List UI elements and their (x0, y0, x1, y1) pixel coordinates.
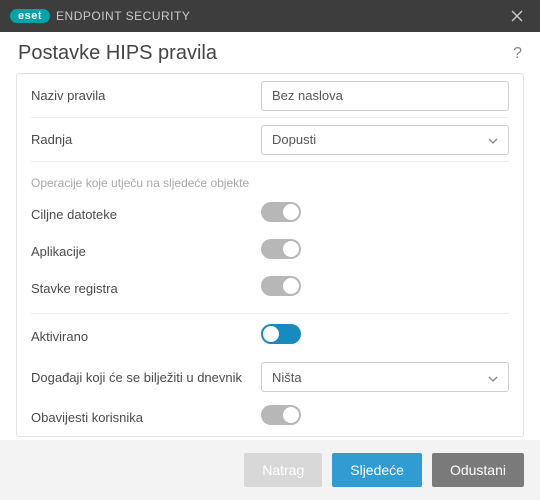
activated-label: Aktivirano (31, 329, 261, 344)
registry-toggle[interactable] (261, 276, 301, 296)
row-notify-user: Obavijesti korisnika (31, 399, 509, 436)
brand-badge: eset (10, 9, 50, 23)
close-icon[interactable] (504, 10, 530, 22)
log-events-select[interactable]: Ništa (261, 362, 509, 392)
dialog-header: Postavke HIPS pravila ? (0, 32, 540, 73)
page-title: Postavke HIPS pravila (18, 42, 217, 65)
settings-panel: Naziv pravila Radnja Dopusti Operacije k… (16, 73, 524, 437)
help-icon[interactable]: ? (513, 45, 522, 63)
row-registry: Stavke registra (31, 270, 509, 307)
row-target-files: Ciljne datoteke (31, 196, 509, 233)
chevron-down-icon (488, 132, 498, 147)
target-files-label: Ciljne datoteke (31, 207, 261, 222)
brand-text: ENDPOINT SECURITY (56, 9, 190, 23)
notify-user-toggle[interactable] (261, 405, 301, 425)
notify-user-label: Obavijesti korisnika (31, 410, 261, 425)
cancel-button[interactable]: Odustani (432, 453, 524, 487)
row-rule-name: Naziv pravila (31, 74, 509, 118)
chevron-down-icon (488, 370, 498, 385)
rule-name-label: Naziv pravila (31, 88, 261, 103)
next-button[interactable]: Sljedeće (332, 453, 422, 487)
row-action: Radnja Dopusti (31, 118, 509, 162)
action-select-value: Dopusti (272, 132, 316, 147)
row-log-events: Događaji koji će se bilježiti u dnevnik … (31, 355, 509, 399)
registry-label: Stavke registra (31, 281, 261, 296)
operations-caption: Operacije koje utječu na sljedeće objekt… (31, 162, 509, 196)
row-activated: Aktivirano (31, 318, 509, 355)
action-select[interactable]: Dopusti (261, 125, 509, 155)
applications-label: Aplikacije (31, 244, 261, 259)
applications-toggle[interactable] (261, 239, 301, 259)
activated-toggle[interactable] (261, 324, 301, 344)
dialog-footer: Natrag Sljedeće Odustani (0, 440, 540, 500)
rule-name-input[interactable] (261, 81, 509, 111)
log-events-label: Događaji koji će se bilježiti u dnevnik (31, 370, 261, 385)
log-events-select-value: Ništa (272, 370, 302, 385)
titlebar: eset ENDPOINT SECURITY (0, 0, 540, 32)
row-applications: Aplikacije (31, 233, 509, 270)
action-label: Radnja (31, 132, 261, 147)
back-button: Natrag (244, 453, 322, 487)
target-files-toggle[interactable] (261, 202, 301, 222)
